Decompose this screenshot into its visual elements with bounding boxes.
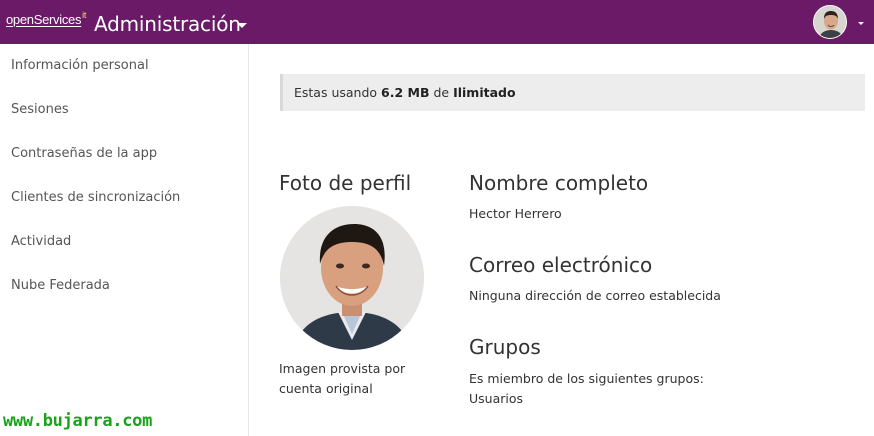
app-menu-title[interactable]: Administración (94, 12, 241, 36)
fullname-value[interactable]: Hector Herrero (469, 204, 562, 224)
storage-quota-banner: Estas usando 6.2 MB de Ilimitado (280, 74, 865, 111)
avatar-portrait-icon (814, 6, 846, 38)
user-avatar[interactable] (813, 5, 847, 39)
profile-photo-title: Foto de perfil (279, 171, 412, 195)
user-menu-caret-icon[interactable] (858, 22, 864, 25)
settings-sidebar: Información personal Sesiones Contraseña… (0, 44, 249, 436)
site-watermark: www.bujarra.com (3, 411, 153, 431)
fullname-title: Nombre completo (469, 171, 649, 195)
sidebar-item-sync-clients[interactable]: Clientes de sincronización (0, 176, 248, 220)
app-logo[interactable]: openServices it (6, 10, 87, 32)
quota-middle: de (429, 85, 454, 100)
email-value[interactable]: Ninguna dirección de correo establecida (469, 286, 721, 306)
logo-mark: it (82, 10, 87, 20)
groups-title: Grupos (469, 335, 541, 359)
sidebar-item-personal-info[interactable]: Información personal (0, 44, 248, 88)
top-bar: openServices it Administración (0, 0, 874, 44)
groups-value: Usuarios (469, 391, 524, 406)
sidebar-item-app-passwords[interactable]: Contraseñas de la app (0, 132, 248, 176)
profile-portrait-icon (280, 206, 424, 350)
sidebar-item-sessions[interactable]: Sesiones (0, 88, 248, 132)
profile-photo[interactable] (280, 206, 424, 350)
quota-prefix: Estas usando (294, 85, 382, 100)
sidebar-item-activity[interactable]: Actividad (0, 220, 248, 264)
groups-text: Es miembro de los siguientes grupos: (469, 371, 704, 386)
quota-used: 6.2 MB (381, 85, 430, 100)
logo-text: openServices (6, 12, 82, 27)
sidebar-item-federated-cloud[interactable]: Nube Federada (0, 264, 248, 308)
quota-limit: Ilimitado (453, 85, 516, 100)
email-title: Correo electrónico (469, 253, 653, 277)
profile-photo-note: Imagen provista por cuenta original (279, 361, 406, 396)
chevron-down-icon[interactable] (237, 23, 247, 28)
